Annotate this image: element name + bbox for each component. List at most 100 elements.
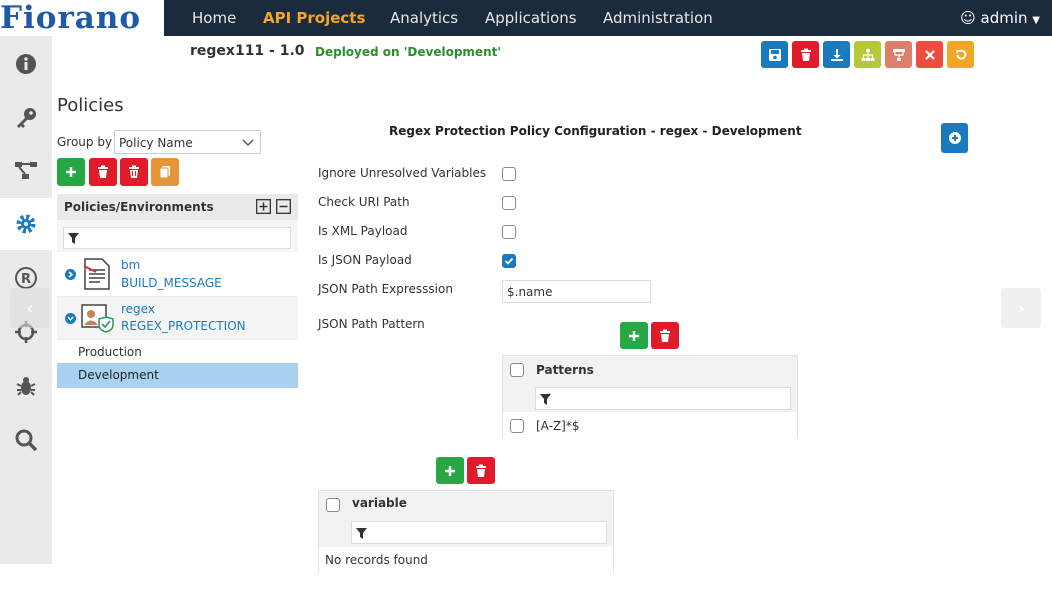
fiorano-logo[interactable]: Fiorano	[0, 0, 164, 36]
filter-icon	[356, 528, 367, 539]
plus-icon	[66, 167, 76, 177]
json-path-pattern-label: JSON Path Pattern	[318, 317, 425, 331]
nav-administration[interactable]: Administration	[603, 0, 713, 36]
chevron-down-icon	[242, 139, 254, 147]
undeploy-icon	[892, 48, 905, 61]
nav-analytics[interactable]: Analytics	[390, 0, 458, 36]
tree-filter-row	[57, 220, 298, 252]
delete-variable-button[interactable]	[467, 457, 495, 484]
prev-arrow-button[interactable]: ‹	[10, 288, 50, 328]
top-navigation-bar: Fiorano Home API Projects Analytics Appl…	[0, 0, 1052, 36]
info-icon[interactable]	[0, 38, 52, 90]
trash-icon	[660, 329, 670, 342]
bug-icon[interactable]	[0, 360, 52, 412]
expand-all-icon[interactable]	[256, 199, 271, 214]
pattern-value: [A-Z]*$	[536, 419, 580, 433]
tree-item-bm[interactable]: bm BUILD_MESSAGE	[57, 252, 298, 297]
copy-policy-button[interactable]	[151, 158, 179, 186]
json-path-expression-label: JSON Path Expresssion	[318, 282, 453, 296]
key-icon[interactable]	[0, 92, 52, 144]
tree-item-type: REGEX_PROTECTION	[121, 319, 246, 333]
trash-icon	[98, 165, 108, 178]
tree-item-regex[interactable]: regex REGEX_PROTECTION	[57, 297, 298, 339]
tree-header-label: Policies/Environments	[64, 200, 214, 214]
field-label-check-uri: Check URI Path	[318, 195, 410, 209]
group-by-select[interactable]: Policy Name	[114, 130, 261, 154]
patterns-header: Patterns	[503, 356, 797, 412]
env-item-label: Development	[78, 368, 159, 382]
gear-icon[interactable]	[0, 198, 52, 250]
copy-icon	[159, 166, 170, 179]
policies-tree: Policies/Environments bm BUILD_MESSAGE r…	[57, 194, 298, 388]
patterns-filter-input[interactable]	[535, 387, 791, 410]
document-icon	[83, 258, 110, 290]
nav-applications[interactable]: Applications	[485, 0, 577, 36]
next-arrow-button[interactable]: ›	[1001, 288, 1041, 328]
add-config-button[interactable]	[941, 123, 968, 153]
variable-header: variable	[319, 491, 613, 547]
deployment-status: Deployed on 'Development'	[315, 45, 502, 59]
patterns-grid: Patterns [A-Z]*$	[502, 355, 798, 438]
nav-api-projects[interactable]: API Projects	[263, 0, 365, 36]
add-pattern-button[interactable]	[620, 322, 648, 349]
tree-item-type: BUILD_MESSAGE	[121, 276, 222, 290]
select-all-variables-checkbox[interactable]	[326, 498, 340, 512]
plus-icon	[445, 465, 455, 476]
undo-button[interactable]	[947, 41, 974, 68]
env-item-production[interactable]: Production	[57, 339, 298, 363]
tree-header: Policies/Environments	[57, 194, 298, 220]
config-title: Regex Protection Policy Configuration - …	[389, 124, 802, 138]
collapse-all-icon[interactable]	[276, 199, 291, 214]
json-payload-checkbox[interactable]	[502, 254, 516, 268]
flow-icon[interactable]	[0, 144, 52, 196]
undo-icon	[955, 49, 966, 60]
ignore-unresolved-checkbox[interactable]	[502, 167, 516, 181]
search-icon[interactable]	[0, 414, 52, 466]
row-checkbox[interactable]	[510, 419, 524, 433]
tree-filter-input[interactable]	[63, 227, 291, 249]
xml-payload-checkbox[interactable]	[502, 225, 516, 239]
select-all-patterns-checkbox[interactable]	[510, 363, 524, 377]
chevron-right-icon[interactable]	[65, 269, 76, 280]
sitemap-icon	[861, 48, 874, 61]
variable-filter-input[interactable]	[351, 521, 607, 544]
close-button[interactable]	[916, 41, 943, 68]
save-button[interactable]	[761, 41, 788, 68]
user-menu[interactable]: ☺ admin ▼	[960, 0, 1040, 36]
plus-icon	[629, 330, 639, 341]
policies-title: Policies	[57, 95, 124, 116]
env-item-label: Production	[78, 345, 142, 359]
deploy-button[interactable]	[854, 41, 881, 68]
user-name: admin	[980, 9, 1028, 27]
patterns-header-label: Patterns	[536, 363, 594, 377]
no-records-text: No records found	[325, 553, 428, 567]
chevron-down-icon[interactable]	[65, 313, 76, 324]
undeploy-button[interactable]	[885, 41, 912, 68]
add-policy-button[interactable]	[57, 158, 85, 186]
nav-home[interactable]: Home	[192, 0, 236, 36]
delete-policy-button[interactable]	[89, 158, 117, 186]
trash-icon	[129, 165, 139, 178]
group-by-label: Group by	[57, 135, 113, 149]
json-path-expression-input[interactable]	[502, 280, 651, 303]
group-by-value: Policy Name	[119, 136, 193, 150]
env-item-development[interactable]: Development	[57, 363, 298, 388]
delete-pattern-button[interactable]	[651, 322, 679, 349]
project-title: regex111 - 1.0	[190, 43, 305, 59]
tree-item-name: regex	[121, 302, 155, 316]
field-label-ignore-unresolved: Ignore Unresolved Variables	[318, 166, 487, 180]
variable-grid: variable No records found	[318, 490, 614, 573]
chevron-down-icon: ▼	[1032, 15, 1040, 26]
table-row[interactable]: [A-Z]*$	[503, 414, 797, 438]
plus-circle-icon	[948, 132, 961, 144]
delete-all-button[interactable]	[120, 158, 148, 186]
regex-protection-icon	[81, 304, 114, 333]
add-variable-button[interactable]	[436, 457, 464, 484]
variable-header-label: variable	[352, 496, 407, 510]
field-label-json-payload: Is JSON Payload	[318, 253, 412, 267]
download-button[interactable]	[823, 41, 850, 68]
check-uri-checkbox[interactable]	[502, 196, 516, 210]
empty-row: No records found	[319, 549, 613, 573]
delete-project-button[interactable]	[792, 41, 819, 68]
tree-item-name: bm	[121, 258, 141, 272]
